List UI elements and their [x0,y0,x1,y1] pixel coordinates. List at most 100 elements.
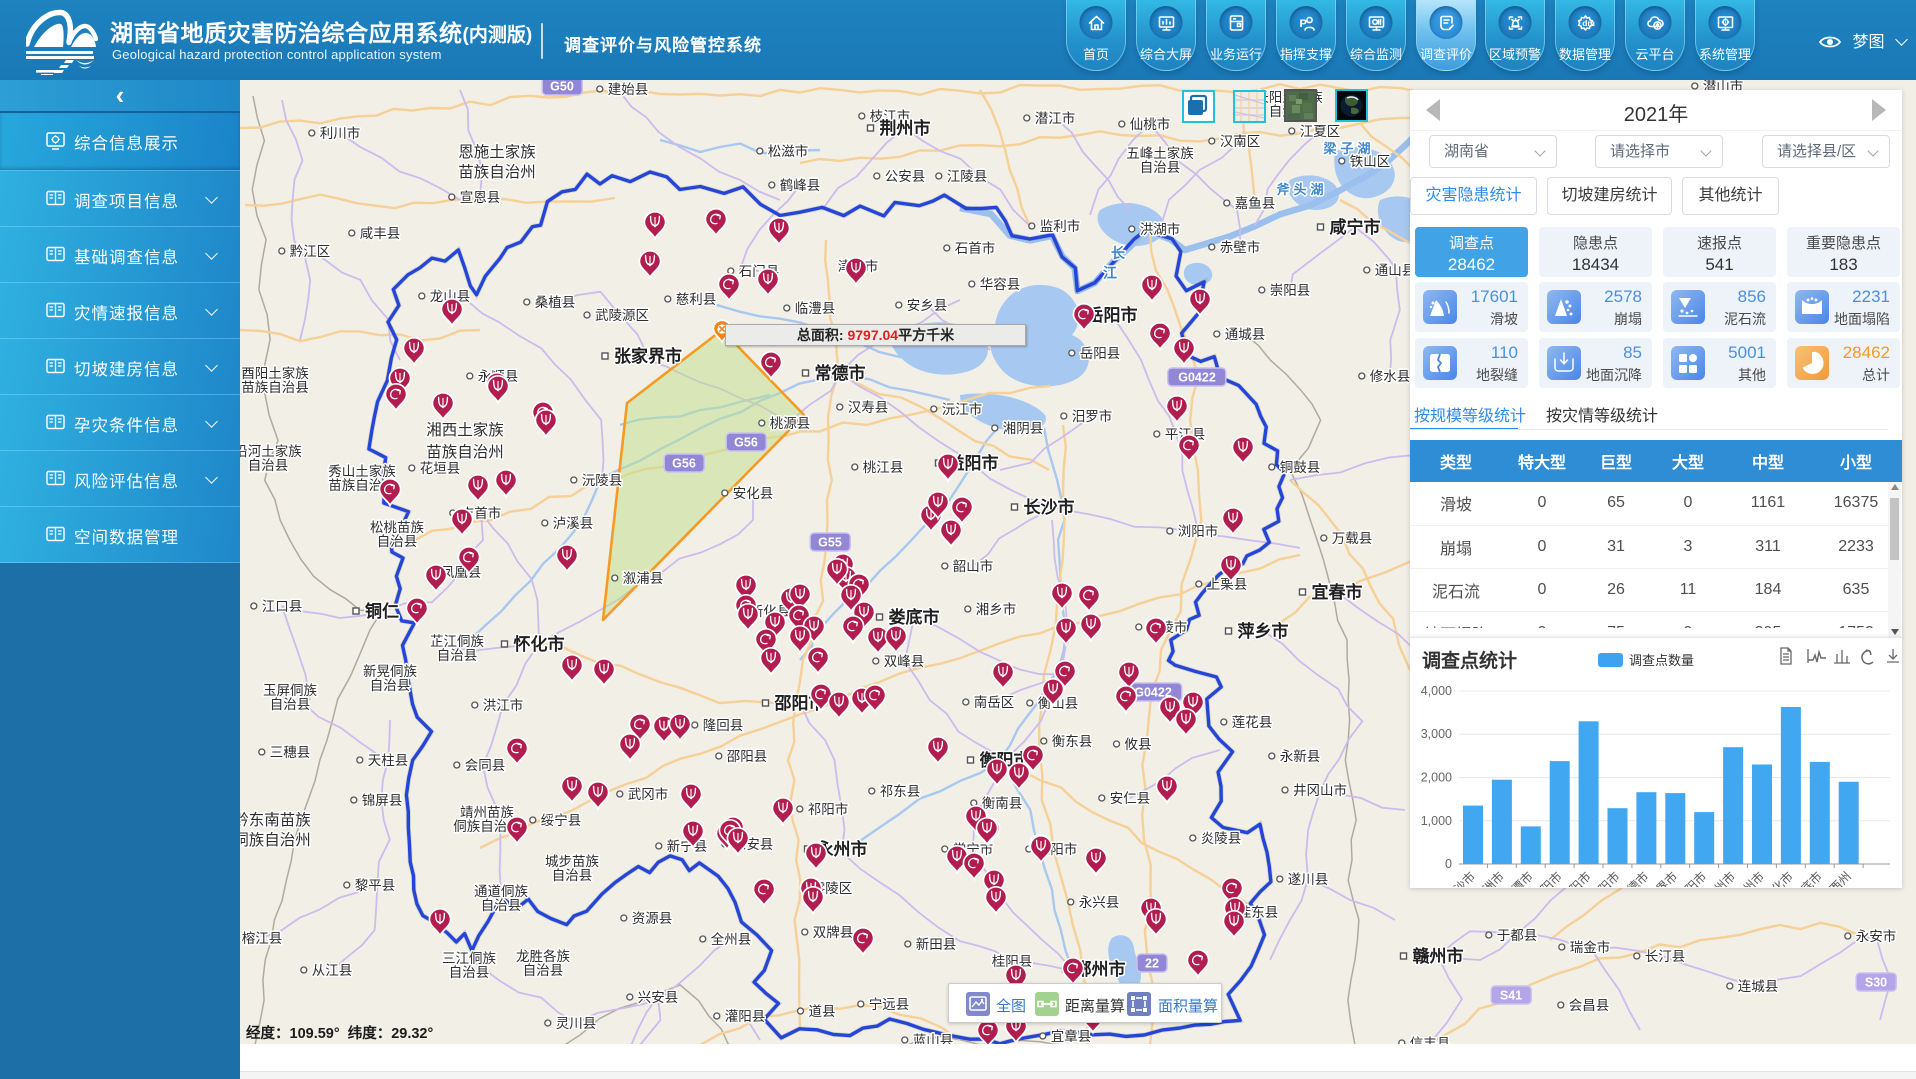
svg-text:沿河土家族: 沿河土家族 [240,443,302,459]
svg-text:黔东南苗族: 黔东南苗族 [240,811,311,829]
svg-text:0: 0 [1445,857,1452,871]
svg-text:龙胜各族: 龙胜各族 [516,949,570,964]
svg-text:咸宁市: 咸宁市 [1330,217,1381,237]
svg-text:临澧县: 临澧县 [795,301,836,316]
svg-text:武陵源区: 武陵源区 [595,308,649,323]
svg-text:宁远县: 宁远县 [869,996,910,1012]
svg-text:绥宁县: 绥宁县 [541,812,582,828]
svg-text:安仁县: 安仁县 [1110,791,1151,806]
svg-text:江口县: 江口县 [262,599,303,614]
svg-text:祁阳市: 祁阳市 [808,801,849,817]
svg-text:沅江市: 沅江市 [942,401,983,417]
svg-text:韶山市: 韶山市 [953,558,994,574]
svg-text:张家界市: 张家界市 [614,346,682,366]
svg-text:嘉鱼县: 嘉鱼县 [1235,195,1276,211]
svg-text:三江侗族: 三江侗族 [442,951,496,966]
svg-text:G56: G56 [672,457,696,471]
svg-text:斧头湖: 斧头湖 [1276,182,1327,197]
svg-text:湘西土家族: 湘西土家族 [426,421,504,439]
svg-text:衡南县: 衡南县 [982,796,1023,811]
svg-text:五峰土家族: 五峰土家族 [1126,145,1194,161]
svg-text:隆回县: 隆回县 [703,718,744,733]
svg-text:长: 长 [1111,245,1126,261]
svg-text:自治县: 自治县 [437,648,478,663]
svg-text:三穗县: 三穗县 [270,745,311,760]
svg-text:通道侗族: 通道侗族 [474,884,528,899]
svg-text:苗族自治州: 苗族自治州 [426,443,504,461]
svg-text:铜仁: 铜仁 [365,601,399,621]
svg-text:长沙市: 长沙市 [1024,497,1075,517]
svg-text:湘乡市: 湘乡市 [976,601,1017,617]
svg-text:黎平县: 黎平县 [355,878,396,893]
svg-text:双峰县: 双峰县 [884,654,925,669]
svg-text:松桃苗族: 松桃苗族 [370,520,424,535]
svg-text:荆州市: 荆州市 [880,118,931,138]
svg-text:芷江侗族: 芷江侗族 [430,634,484,649]
svg-text:榕江县: 榕江县 [242,931,283,946]
svg-text:双牌县: 双牌县 [813,924,854,940]
svg-text:自治县: 自治县 [377,534,418,549]
svg-text:dm: dm [1582,18,1595,28]
svg-text:自治县: 自治县 [481,898,522,913]
svg-text:万载县: 万载县 [1332,531,1373,546]
svg-text:秀山土家族: 秀山土家族 [328,463,396,479]
svg-text:会同县: 会同县 [465,758,506,773]
svg-text:酉阳土家族: 酉阳土家族 [241,365,309,381]
svg-text:会昌县: 会昌县 [1569,998,1610,1013]
svg-text:全州县: 全州县 [711,931,752,947]
svg-text:G50: G50 [550,80,574,94]
svg-text:鹤峰县: 鹤峰县 [780,178,821,193]
svg-text:洪湖市: 洪湖市 [1140,221,1181,237]
svg-text:自治县: 自治县 [523,963,564,978]
svg-text:花垣县: 花垣县 [420,461,461,476]
svg-text:安化县: 安化县 [733,486,774,501]
svg-text:G55: G55 [818,536,842,550]
svg-text:天柱县: 天柱县 [368,753,409,768]
svg-text:南岳区: 南岳区 [974,695,1015,710]
svg-text:泸溪县: 泸溪县 [553,516,594,531]
svg-text:华容县: 华容县 [980,276,1021,292]
svg-text:江: 江 [1103,265,1117,281]
svg-text:赤壁市: 赤壁市 [1220,239,1261,255]
svg-text:建始县: 建始县 [608,82,649,97]
svg-text:从江县: 从江县 [312,963,353,978]
svg-text:汨罗市: 汨罗市 [1072,408,1113,424]
svg-text:武冈市: 武冈市 [628,786,669,802]
svg-text:邵阳县: 邵阳县 [727,749,768,764]
svg-text:于都县: 于都县 [1497,928,1538,943]
svg-text:桑植县: 桑植县 [535,295,576,310]
svg-text:1,000: 1,000 [1421,814,1452,828]
svg-text:修水县: 修水县 [1370,369,1411,384]
svg-text:娄底市: 娄底市 [889,607,940,627]
svg-text:靖州苗族: 靖州苗族 [460,805,514,820]
svg-text:怀化市: 怀化市 [514,634,565,654]
svg-text:瑞金市: 瑞金市 [1570,939,1611,955]
svg-text:松滋市: 松滋市 [768,143,809,159]
svg-text:洪江市: 洪江市 [483,697,524,713]
svg-text:苗族自治县: 苗族自治县 [241,380,309,395]
svg-text:遂川县: 遂川县 [1288,872,1329,887]
svg-text:新晃侗族: 新晃侗族 [363,664,417,679]
svg-text:资源县: 资源县 [632,911,673,926]
svg-text:城步苗族: 城步苗族 [545,854,599,869]
svg-text:利川市: 利川市 [320,125,361,141]
svg-text:莲花县: 莲花县 [1232,715,1273,730]
svg-text:监利市: 监利市 [1040,218,1081,234]
svg-text:井冈山市: 井冈山市 [1293,782,1347,798]
svg-text:江陵县: 江陵县 [947,169,988,184]
svg-text:自治县: 自治县 [552,868,593,883]
svg-text:炎陵县: 炎陵县 [1201,831,1242,846]
svg-text:汉寿县: 汉寿县 [848,399,889,415]
svg-text:永兴县: 永兴县 [1079,895,1120,910]
svg-text:桃源县: 桃源县 [770,416,811,431]
svg-text:自治县: 自治县 [270,697,311,712]
svg-text:自治县: 自治县 [248,458,289,473]
svg-text:兴安县: 兴安县 [638,990,679,1005]
svg-text:自治县: 自治县 [1140,160,1181,175]
svg-text:长汀县: 长汀县 [1645,949,1686,964]
svg-text:石首市: 石首市 [955,240,996,256]
svg-text:崇阳县: 崇阳县 [1270,283,1311,298]
svg-text:4,000: 4,000 [1421,684,1452,698]
svg-text:上栗县: 上栗县 [1207,577,1248,592]
svg-text:永安市: 永安市 [1856,928,1897,944]
